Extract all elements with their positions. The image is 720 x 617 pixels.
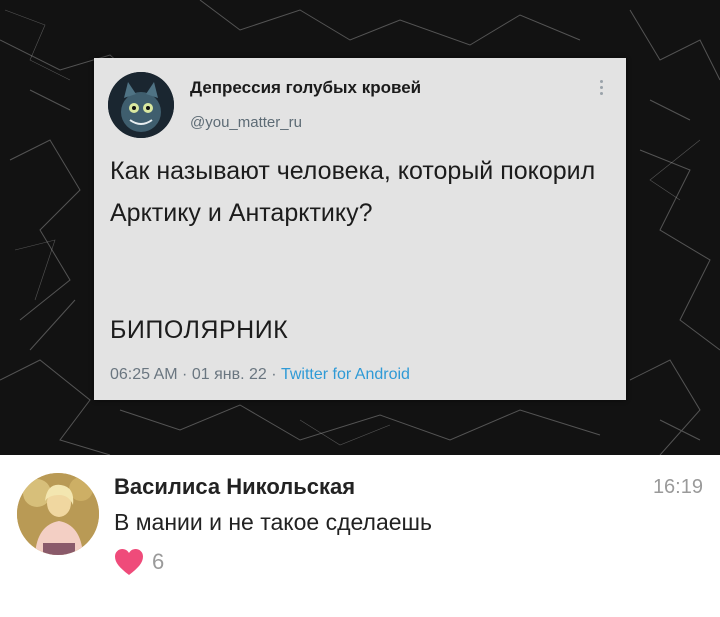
comment-time: 16:19	[652, 476, 703, 498]
comment-author-avatar[interactable]	[17, 473, 99, 555]
meta-separator: ·	[177, 366, 192, 383]
cat-icon	[108, 72, 174, 138]
tweet-meta: 06:25 AM · 01 янв. 22 · Twitter for Andr…	[110, 366, 410, 384]
heart-icon	[115, 549, 143, 575]
comment-text: В мании и не такое сделаешь	[114, 509, 432, 535]
meta-separator: ·	[266, 366, 281, 383]
tweet-source-link[interactable]: Twitter for Android	[281, 366, 410, 383]
like-count: 6	[152, 549, 165, 574]
user-photo-icon	[17, 473, 99, 555]
tweet-author-avatar[interactable]	[108, 72, 174, 138]
tweet-punchline: БИПОЛЯРНИК	[110, 316, 289, 344]
tweet-card: Депрессия голубых кровей @you_matter_ru …	[94, 58, 626, 400]
post-image[interactable]: Депрессия голубых кровей @you_matter_ru …	[0, 0, 720, 455]
tweet-date: 01 янв. 22	[191, 366, 267, 383]
comment-author-name[interactable]: Василиса Никольская	[114, 474, 355, 500]
tweet-author-handle[interactable]: @you_matter_ru	[190, 114, 302, 131]
like-button[interactable]: 6	[114, 546, 164, 578]
more-vertical-icon[interactable]	[600, 80, 604, 95]
tweet-author-name[interactable]: Депрессия голубых кровей	[190, 78, 421, 98]
tweet-time: 06:25 AM	[110, 366, 178, 383]
tweet-text: Как называют человека, который покорил А…	[110, 157, 596, 227]
